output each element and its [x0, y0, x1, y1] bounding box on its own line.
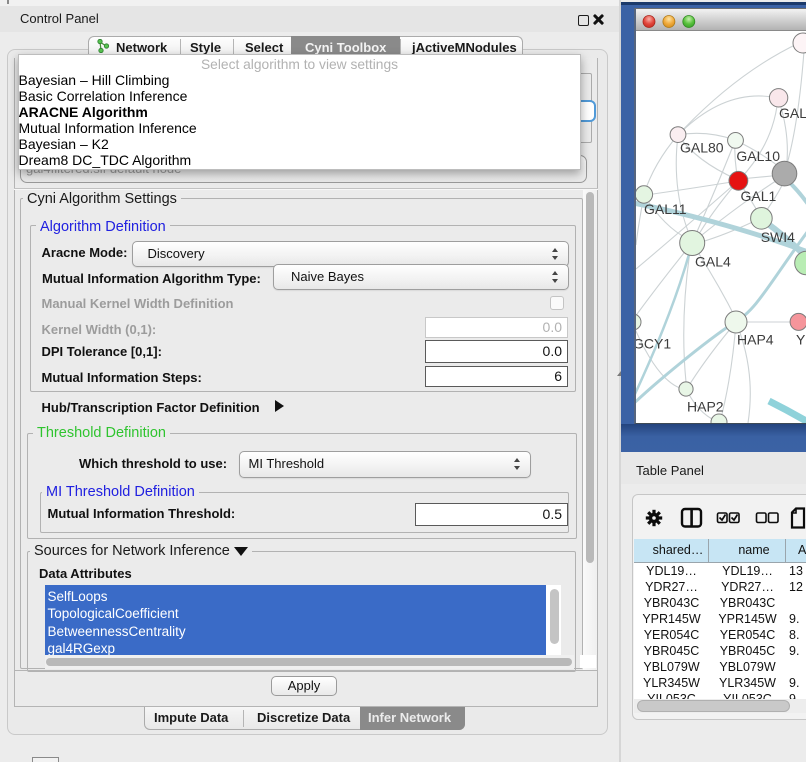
svg-text:GAL10: GAL10: [736, 148, 780, 164]
svg-text:HAP4: HAP4: [737, 332, 774, 348]
svg-text:GAL1: GAL1: [741, 188, 777, 204]
svg-text:GAL11: GAL11: [644, 201, 687, 217]
svg-text:YM: YM: [796, 332, 806, 348]
svg-text:SWI4: SWI4: [761, 229, 795, 245]
svg-text:GAL4: GAL4: [695, 254, 731, 270]
svg-text:GCY1: GCY1: [636, 336, 671, 352]
svg-text:GAL80: GAL80: [680, 140, 724, 156]
svg-text:HAP2: HAP2: [687, 399, 724, 415]
svg-text:GAL7: GAL7: [779, 105, 806, 121]
